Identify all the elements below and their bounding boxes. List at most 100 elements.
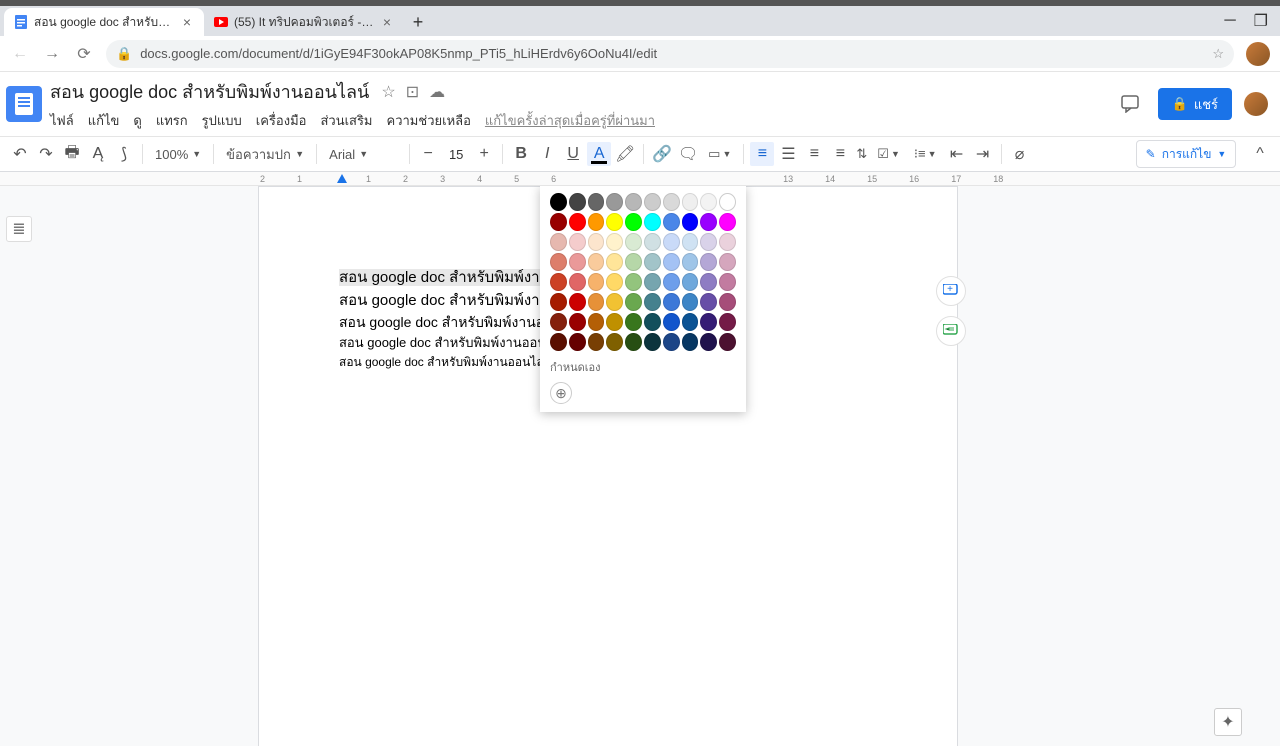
color-swatch[interactable] [719,253,736,271]
ruler[interactable]: 21123456 131415161718 [0,172,1280,186]
color-swatch[interactable] [700,253,717,271]
color-swatch[interactable] [644,193,661,211]
redo-button[interactable]: ↷ [34,142,58,166]
profile-avatar[interactable] [1246,42,1270,66]
color-swatch[interactable] [550,273,567,291]
menu-view[interactable]: ดู [133,110,141,131]
color-swatch[interactable] [625,213,642,231]
comment-button[interactable]: 🗨 [676,142,700,166]
align-right-button[interactable]: ≡ [802,142,826,166]
menu-file[interactable]: ไฟล์ [50,110,74,131]
color-swatch[interactable] [700,193,717,211]
move-icon[interactable]: ⊡ [406,82,419,102]
menu-tools[interactable]: เครื่องมือ [256,110,307,131]
line-spacing-dropdown[interactable]: ⇅ [854,142,869,166]
color-swatch[interactable] [588,273,605,291]
reload-button[interactable]: ⟳ [74,44,94,64]
align-center-button[interactable]: ☰ [776,142,800,166]
star-icon[interactable]: ☆ [381,82,395,102]
color-swatch[interactable] [700,273,717,291]
color-swatch[interactable] [588,333,605,351]
indent-marker[interactable] [337,174,347,183]
color-swatch[interactable] [569,273,586,291]
color-swatch[interactable] [550,193,567,211]
color-swatch[interactable] [644,293,661,311]
minimize-icon[interactable]: ─ [1224,12,1235,30]
color-swatch[interactable] [682,193,699,211]
color-swatch[interactable] [719,213,736,231]
image-dropdown[interactable]: ▭▼ [702,142,737,166]
color-swatch[interactable] [719,273,736,291]
checklist-dropdown[interactable]: ☑▼ [871,142,906,166]
collapse-toolbar-button[interactable]: ^ [1248,142,1272,166]
color-swatch[interactable] [663,193,680,211]
clear-format-button[interactable]: ⌀ [1008,142,1032,166]
highlight-button[interactable]: 🖍 [613,142,637,166]
font-dropdown[interactable]: Arial▼ [323,142,403,166]
indent-decrease-button[interactable]: ⇤ [945,142,969,166]
color-swatch[interactable] [625,233,642,251]
underline-button[interactable]: U [561,142,585,166]
font-size-input[interactable] [442,147,470,162]
color-swatch[interactable] [682,313,699,331]
color-swatch[interactable] [625,253,642,271]
bullet-list-dropdown[interactable]: ⁝≡▼ [908,142,943,166]
color-swatch[interactable] [588,193,605,211]
color-swatch[interactable] [663,233,680,251]
color-swatch[interactable] [625,333,642,351]
explore-button[interactable]: ✦ [1214,708,1242,736]
color-swatch[interactable] [550,333,567,351]
menu-edit[interactable]: แก้ไข [88,110,120,131]
url-input[interactable]: 🔒 docs.google.com/document/d/1iGyE94F30o… [106,40,1234,68]
color-swatch[interactable] [588,253,605,271]
color-swatch[interactable] [569,193,586,211]
color-swatch[interactable] [569,233,586,251]
align-justify-button[interactable]: ≡ [828,142,852,166]
color-swatch[interactable] [682,213,699,231]
maximize-icon[interactable]: ❐ [1254,11,1268,31]
color-swatch[interactable] [569,333,586,351]
color-swatch[interactable] [719,293,736,311]
color-swatch[interactable] [550,213,567,231]
style-dropdown[interactable]: ข้อความปกติ▼ [220,142,310,166]
color-swatch[interactable] [644,313,661,331]
color-swatch[interactable] [569,313,586,331]
color-swatch[interactable] [700,233,717,251]
color-swatch[interactable] [588,313,605,331]
color-swatch[interactable] [682,233,699,251]
color-swatch[interactable] [550,253,567,271]
user-avatar[interactable] [1244,92,1268,116]
indent-increase-button[interactable]: ⇥ [971,142,995,166]
color-swatch[interactable] [606,273,623,291]
document-title[interactable]: สอน google doc สำหรับพิมพ์งานออนไลน์ [50,77,369,106]
color-swatch[interactable] [606,333,623,351]
color-swatch[interactable] [569,253,586,271]
new-tab-button[interactable]: + [404,8,432,36]
color-swatch[interactable] [588,213,605,231]
color-swatch[interactable] [719,193,736,211]
color-swatch[interactable] [550,233,567,251]
undo-button[interactable]: ↶ [8,142,32,166]
color-swatch[interactable] [569,213,586,231]
font-size-plus[interactable]: + [472,142,496,166]
color-swatch[interactable] [625,293,642,311]
paint-format-button[interactable]: ⟆ [112,142,136,166]
text-color-button[interactable]: A [587,142,611,166]
color-swatch[interactable] [682,273,699,291]
link-button[interactable]: 🔗 [650,142,674,166]
color-swatch[interactable] [644,333,661,351]
color-swatch[interactable] [644,253,661,271]
color-swatch[interactable] [719,313,736,331]
comment-history-button[interactable] [1116,89,1146,119]
color-swatch[interactable] [682,333,699,351]
spellcheck-button[interactable]: Ą [86,142,110,166]
color-swatch[interactable] [700,313,717,331]
add-custom-color-button[interactable]: ⊕ [550,382,572,404]
color-swatch[interactable] [663,273,680,291]
menu-format[interactable]: รูปแบบ [202,110,242,131]
back-button[interactable]: ← [10,44,30,64]
color-swatch[interactable] [663,213,680,231]
color-swatch[interactable] [606,213,623,231]
color-swatch[interactable] [550,293,567,311]
close-tab-icon[interactable]: × [180,15,194,29]
